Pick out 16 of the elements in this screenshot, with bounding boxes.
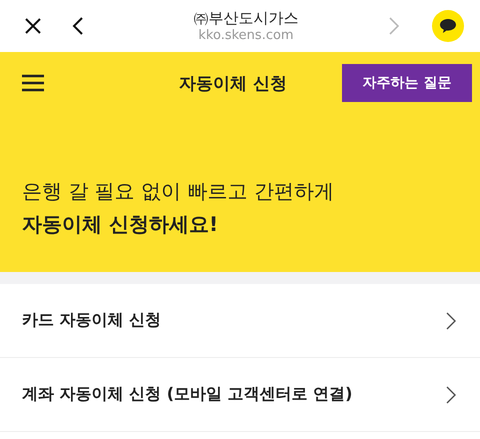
chat-bubble-icon[interactable] <box>432 10 464 42</box>
banner-text: 은행 갈 필요 없이 빠르고 간편하게 <box>22 178 335 205</box>
menu-icon[interactable] <box>22 74 44 92</box>
chevron-right-icon <box>446 312 456 330</box>
banner-text: 자동이체 신청하세요! <box>22 211 220 238</box>
menu-row[interactable]: 계좌 자동이체 신청 (모바일 고객센터로 연결) <box>0 358 480 432</box>
close-icon[interactable] <box>24 17 42 35</box>
back-icon[interactable] <box>72 17 84 35</box>
page-title: 자동이체 신청 <box>178 72 288 94</box>
site-title: ㈜부산도시가스 <box>194 9 298 28</box>
menu-row[interactable]: 카드 자동이체 신청 <box>0 284 480 358</box>
url-text: kko.skens.com <box>198 28 294 43</box>
chevron-right-icon <box>446 386 456 404</box>
menu-label: 계좌 자동이체 신청 (모바일 고객센터로 연결) <box>22 384 352 405</box>
menu-label: 카드 자동이체 신청 <box>22 310 162 331</box>
faq-button[interactable]: 자주하는 질문 <box>342 64 472 102</box>
